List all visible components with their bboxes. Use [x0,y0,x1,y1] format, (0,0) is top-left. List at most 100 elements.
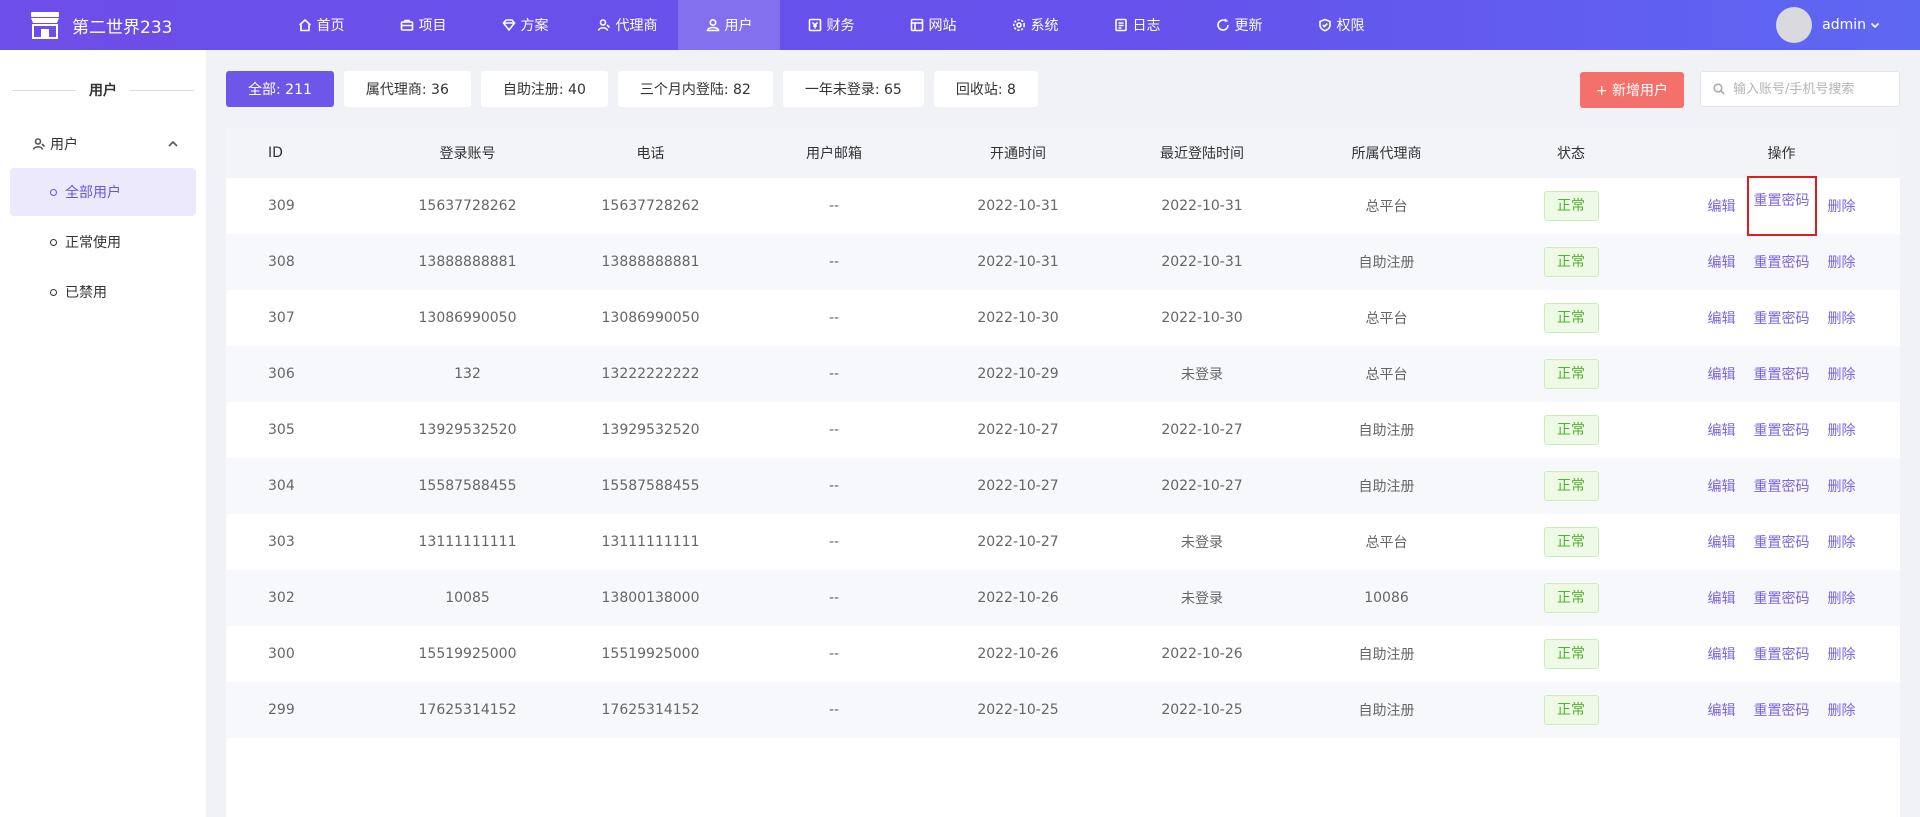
nav-agents[interactable]: 代理商 [576,0,678,50]
filter-self-register[interactable]: 自助注册: 40 [480,71,608,107]
cell-last-login: 未登录 [1181,367,1223,383]
edit-button[interactable]: 编辑 [1708,532,1736,552]
nav-logs[interactable]: 日志 [1086,0,1188,50]
reset-password-button[interactable]: 重置密码 [1754,252,1810,272]
delete-button[interactable]: 删除 [1828,588,1856,608]
cell-actions: 编辑 重置密码 删除 [1663,458,1900,514]
cell-actions: 编辑 重置密码 删除 [1663,176,1900,236]
reset-password-button[interactable]: 重置密码 [1746,176,1817,236]
cell-status: 正常 [1479,682,1663,738]
reset-password-button[interactable]: 重置密码 [1754,420,1810,440]
nav-system[interactable]: 系统 [984,0,1086,50]
nav-users[interactable]: 用户 [678,0,780,50]
top-header: 第二世界233 首页 项目 方案 代理商 用户 财务 网站 系统 日志 更新 权… [0,0,1920,50]
nav-finance[interactable]: 财务 [780,0,882,50]
cell-id: 302 [268,590,295,606]
filter-inactive-year[interactable]: 一年未登录: 65 [782,71,924,107]
cell-last-login: 2022-10-26 [1161,646,1243,662]
chevron-down-icon [1870,22,1880,29]
reset-password-button[interactable]: 重置密码 [1754,308,1810,328]
edit-button[interactable]: 编辑 [1708,700,1736,720]
cell-agent: 10086 [1364,590,1409,606]
nav-permissions[interactable]: 权限 [1290,0,1392,50]
col-agent: 所属代理商 [1351,146,1422,162]
nav-updates[interactable]: 更新 [1188,0,1290,50]
avatar[interactable] [1776,7,1813,43]
user-icon [32,138,46,150]
table-row: 300 15519925000 15519925000 -- 2022-10-26 202… [226,626,1900,682]
edit-button[interactable]: 编辑 [1708,644,1736,664]
sidebar-item-label: 已禁用 [65,285,107,301]
sidebar-item-label: 全部用户 [65,185,121,201]
edit-button[interactable]: 编辑 [1708,476,1736,496]
delete-button[interactable]: 删除 [1828,420,1856,440]
nav-plans[interactable]: 方案 [474,0,576,50]
status-badge: 正常 [1543,303,1599,333]
nav-projects[interactable]: 项目 [372,0,474,50]
cell-status: 正常 [1479,234,1663,290]
cell-account: 13111111111 [418,534,517,550]
col-id: ID [268,145,283,161]
filter-agent[interactable]: 属代理商: 36 [343,71,471,107]
filter-all[interactable]: 全部: 211 [226,71,334,107]
sidebar-item-active-users[interactable]: 正常使用 [10,218,196,266]
edit-button[interactable]: 编辑 [1708,308,1736,328]
cell-account: 15519925000 [418,646,517,662]
cell-account: 17625314152 [418,702,517,718]
cell-account: 13929532520 [418,422,517,438]
edit-button[interactable]: 编辑 [1708,420,1736,440]
reset-password-button[interactable]: 重置密码 [1754,476,1810,496]
cell-email: -- [828,310,840,326]
user-menu[interactable]: admin [1776,0,1880,50]
delete-button[interactable]: 删除 [1828,644,1856,664]
reset-password-button[interactable]: 重置密码 [1754,364,1810,384]
cell-opened: 2022-10-25 [977,702,1059,718]
delete-button[interactable]: 删除 [1828,308,1856,328]
row-actions: 编辑 重置密码 删除 [1663,588,1900,608]
search-input[interactable] [1733,81,1893,97]
delete-button[interactable]: 删除 [1828,252,1856,272]
cell-opened: 2022-10-27 [977,534,1059,550]
delete-button[interactable]: 删除 [1828,700,1856,720]
sidebar-item-all-users[interactable]: 全部用户 [10,168,196,216]
col-email: 用户邮箱 [806,146,862,162]
app-logo[interactable]: 第二世界233 [0,8,270,42]
reset-password-button[interactable]: 重置密码 [1754,644,1810,664]
cell-phone: 15519925000 [601,646,700,662]
add-user-button[interactable]: + 新增用户 [1579,72,1684,108]
sidebar-item-disabled-users[interactable]: 已禁用 [10,268,196,316]
cell-status: 正常 [1479,458,1663,514]
nav-website[interactable]: 网站 [882,0,984,50]
row-actions: 编辑 重置密码 删除 [1663,252,1900,272]
reset-password-button[interactable]: 重置密码 [1754,700,1810,720]
user-icon [706,18,719,32]
filter-recycle-bin[interactable]: 回收站: 8 [933,71,1038,107]
status-badge: 正常 [1543,639,1599,669]
delete-button[interactable]: 删除 [1828,196,1856,216]
shield-check-icon [1318,18,1331,32]
cell-actions: 编辑 重置密码 删除 [1663,570,1900,626]
nav-label: 代理商 [615,18,658,34]
edit-button[interactable]: 编辑 [1708,196,1736,216]
cell-agent: 自助注册 [1358,647,1415,663]
cell-actions: 编辑 重置密码 删除 [1663,234,1900,290]
reset-password-button[interactable]: 重置密码 [1754,532,1810,552]
sidebar-group-users[interactable]: 用户 [0,122,206,166]
cell-actions: 编辑 重置密码 删除 [1663,346,1900,402]
finance-icon [808,18,821,32]
cell-email: -- [828,366,840,382]
cell-opened: 2022-10-27 [977,478,1059,494]
nav-label: 系统 [1030,18,1059,34]
nav-home[interactable]: 首页 [270,0,372,50]
filter-recent-login[interactable]: 三个月内登陆: 82 [617,71,773,107]
status-badge: 正常 [1543,247,1599,277]
edit-button[interactable]: 编辑 [1708,364,1736,384]
table-header: ID 登录账号 电话 用户邮箱 开通时间 最近登陆时间 所属代理商 状态 操作 [226,128,1900,178]
delete-button[interactable]: 删除 [1828,364,1856,384]
reset-password-button[interactable]: 重置密码 [1754,588,1810,608]
table-row: 305 13929532520 13929532520 -- 2022-10-27 202… [226,402,1900,458]
delete-button[interactable]: 删除 [1828,532,1856,552]
edit-button[interactable]: 编辑 [1708,588,1736,608]
edit-button[interactable]: 编辑 [1708,252,1736,272]
delete-button[interactable]: 删除 [1828,476,1856,496]
